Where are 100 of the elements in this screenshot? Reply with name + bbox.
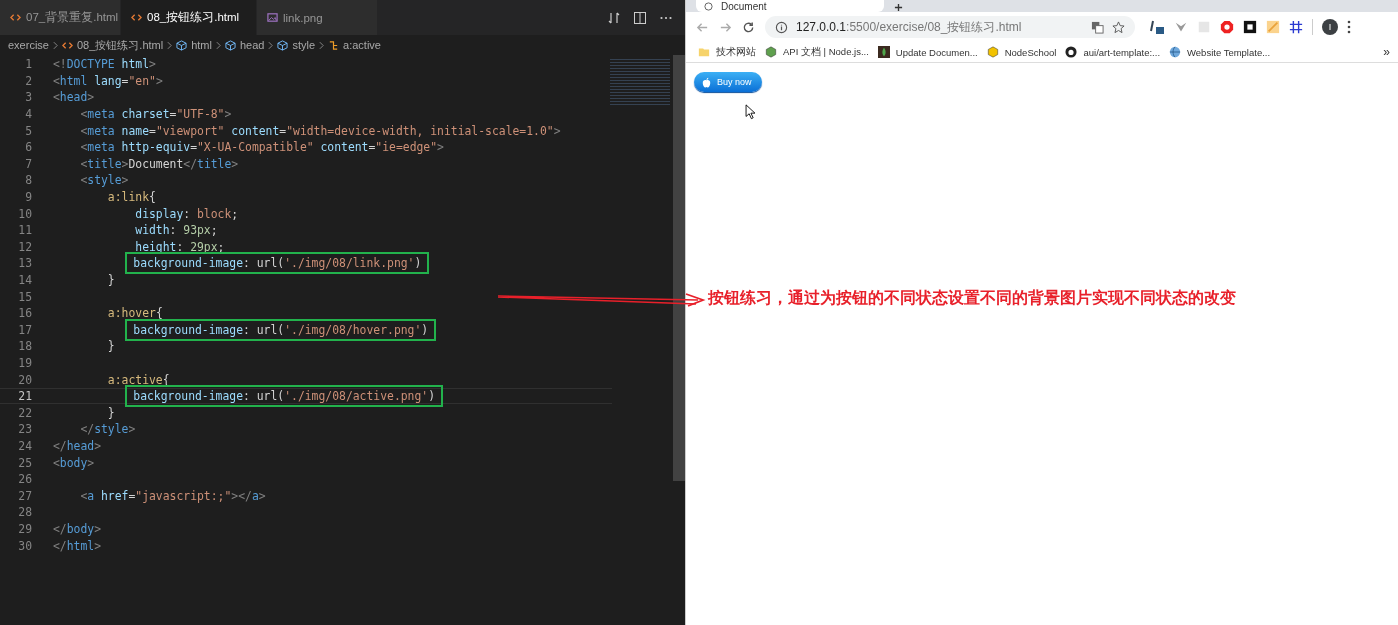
reload-icon[interactable] (742, 20, 755, 34)
image-icon (267, 12, 278, 23)
line-number: 3 (24, 90, 33, 105)
buy-now-button[interactable]: Buy now (694, 72, 762, 92)
extension-icon[interactable] (1289, 20, 1303, 34)
code-line: </body> (52, 520, 102, 538)
line-number: 6 (24, 140, 33, 155)
breadcrumb-item[interactable]: html (191, 39, 212, 51)
bookmark[interactable]: NodeSchool (986, 46, 1057, 58)
split-editor-icon[interactable] (633, 10, 647, 25)
scrollbar[interactable] (673, 55, 685, 481)
breadcrumb-item[interactable]: head (239, 39, 265, 51)
code-line: <body> (52, 454, 96, 472)
code-line: <title>Document</title> (79, 155, 240, 173)
editor-tab[interactable]: 08_按钮练习.html (121, 0, 257, 35)
breadcrumb-item[interactable]: a:active (343, 39, 381, 51)
more-bookmarks[interactable]: » (1383, 45, 1390, 59)
extension-icon[interactable] (1149, 19, 1165, 35)
bookmark[interactable]: API 文档 | Node.js... (765, 45, 869, 59)
code-line: <html lang="en"> (52, 72, 164, 90)
code-line: <style> (79, 172, 130, 190)
line-number: 24 (17, 438, 33, 453)
line-number: 22 (17, 405, 33, 420)
line-number: 30 (17, 538, 33, 553)
code-line: display: block; (134, 205, 240, 223)
line-number: 14 (17, 273, 33, 287)
cube-icon (176, 39, 188, 51)
bookmark[interactable]: Website Template... (1169, 46, 1271, 58)
line-number: 26 (17, 472, 33, 487)
extension-icon[interactable] (1243, 20, 1257, 34)
line-number: 13 (17, 256, 33, 271)
chevron-icon (52, 40, 58, 50)
line-number: 11 (17, 223, 33, 238)
chevron-icon (215, 40, 221, 50)
line-number: 25 (17, 455, 33, 470)
line-number: 21 (17, 389, 33, 404)
code-line: </style> (79, 421, 137, 439)
chevron-icon (167, 40, 173, 50)
cube-icon (277, 39, 289, 51)
translate-icon[interactable] (1091, 20, 1104, 34)
line-number: 18 (17, 339, 33, 354)
line-number: 4 (24, 107, 33, 122)
bookmark[interactable]: 技术网站 (698, 45, 756, 59)
code-line: a:link{ (106, 189, 157, 207)
code-line: <meta charset="UTF-8"> (79, 106, 233, 124)
selector-icon (328, 39, 340, 51)
code-icon (10, 12, 21, 23)
line-number: 7 (24, 156, 33, 171)
line-number: 17 (17, 322, 33, 337)
code-line: width: 93px; (134, 222, 219, 240)
line-number: 16 (17, 306, 33, 321)
hexagon-icon (765, 46, 777, 58)
apple-icon (702, 76, 711, 88)
bookmark[interactable]: aui/art-template:... (1065, 46, 1160, 58)
line-number: 23 (17, 422, 33, 437)
profile-avatar[interactable]: I (1322, 19, 1338, 35)
line-number: 29 (17, 521, 33, 536)
browser-tab[interactable]: Document (696, 0, 884, 12)
code-line: </html> (52, 537, 102, 555)
code-line: <a href="javascript:;"></a> (79, 487, 267, 505)
info-icon (775, 20, 788, 34)
code-line: </head> (52, 437, 102, 455)
line-number: 15 (17, 289, 33, 304)
line-number: 8 (24, 173, 33, 188)
menu-icon[interactable] (1347, 20, 1351, 34)
code-line: } (106, 338, 116, 356)
code-line: <!DOCTYPE html> (52, 56, 157, 74)
code-icon (131, 12, 142, 23)
chevron-icon (268, 40, 274, 50)
bookmark[interactable]: Update Documen... (877, 46, 978, 58)
breadcrumb-item[interactable]: 08_按钮练习.html (76, 37, 164, 53)
plus-icon[interactable] (894, 3, 903, 12)
breadcrumb-item[interactable]: style (292, 39, 316, 51)
chevron-icon (319, 40, 325, 50)
code-line: <head> (52, 89, 96, 107)
line-number: 20 (17, 372, 33, 387)
line-number: 19 (17, 356, 33, 370)
line-number: 9 (24, 190, 33, 205)
breadcrumb-item[interactable]: exercise (8, 39, 49, 51)
mouse-cursor-icon (745, 104, 756, 120)
line-number: 1 (24, 57, 33, 72)
line-number: 28 (17, 505, 33, 520)
code-line: <meta name="viewport" content="width=device-width, initial-scale=1.0"> (79, 122, 562, 140)
code-line: <meta http-equiv="X-UA-Compatible" content="ie=edge"> (79, 139, 445, 157)
compare-icon[interactable] (607, 10, 621, 25)
url-text: 127.0.0.1:5500/exercise/08_按钮练习.html (796, 18, 1022, 36)
code-line: } (106, 404, 116, 422)
leaf-icon (877, 46, 890, 58)
code-line: } (106, 272, 116, 289)
line-number: 10 (17, 206, 33, 221)
folder-icon (698, 46, 710, 58)
editor-tab[interactable]: 07_背景重复.html (0, 0, 121, 35)
star-icon[interactable] (1112, 20, 1125, 34)
line-number: 12 (17, 239, 33, 254)
editor-tab[interactable]: link.png (257, 0, 378, 35)
cube-icon (224, 39, 236, 51)
annotation-text: 按钮练习，通过为按钮的不同状态设置不同的背景图片实现不同状态的改变 (708, 288, 1236, 308)
address-bar[interactable]: 127.0.0.1:5500/exercise/08_按钮练习.html (765, 16, 1135, 38)
minimap (610, 57, 670, 107)
line-number: 2 (24, 73, 33, 88)
